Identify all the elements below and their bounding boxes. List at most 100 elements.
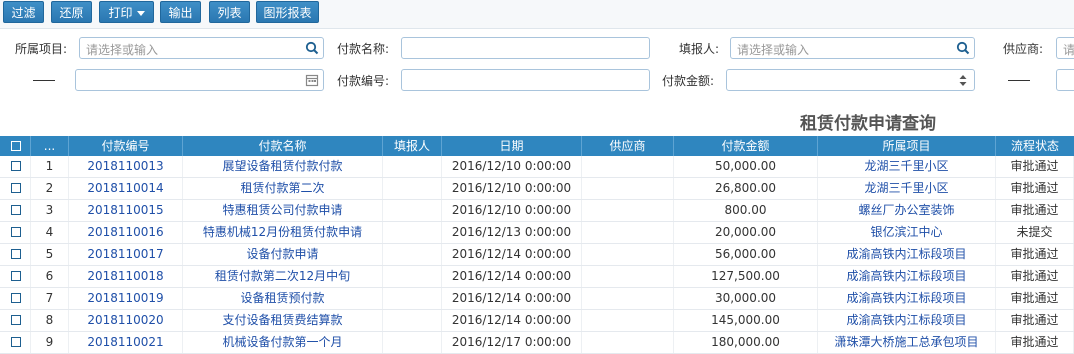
header-project[interactable]: 所属项目 (818, 136, 996, 156)
amount-max-input[interactable] (1056, 69, 1074, 91)
calendar-icon[interactable] (305, 73, 319, 87)
table-row[interactable]: 8 2018110020 支付设备租赁费结算款 2016/12/14 0:00:00 1… (0, 310, 1074, 332)
row-checkbox[interactable] (11, 227, 21, 237)
row-checkbox[interactable] (11, 271, 21, 281)
cell-name[interactable]: 特惠租赁公司付款申请 (183, 200, 383, 221)
supplier-input[interactable]: 请 (1056, 37, 1074, 59)
cell-amount: 800.00 (674, 200, 818, 221)
amount-input[interactable] (726, 69, 975, 91)
table-row[interactable]: 1 2018110013 展望设备租赁付款付款 2016/12/10 0:00:00 5… (0, 156, 1074, 178)
row-index: 1 (31, 156, 69, 177)
search-icon[interactable] (956, 41, 970, 55)
print-button[interactable]: 打印 (99, 1, 154, 23)
header-supplier[interactable]: 供应商 (582, 136, 674, 156)
cell-code[interactable]: 2018110017 (69, 244, 183, 265)
row-select-cell[interactable] (0, 310, 31, 331)
table-row[interactable]: 3 2018110015 特惠租赁公司付款申请 2016/12/10 0:00:00 8… (0, 200, 1074, 222)
cell-status: 审批通过 (996, 156, 1074, 177)
table-row[interactable]: 6 2018110018 租赁付款第二次12月中旬 2016/12/14 0:00:0… (0, 266, 1074, 288)
row-checkbox[interactable] (11, 337, 21, 347)
cell-supplier (582, 178, 674, 199)
select-all-checkbox[interactable] (11, 141, 21, 151)
cell-code[interactable]: 2018110014 (69, 178, 183, 199)
cell-reporter (383, 222, 442, 243)
cell-name[interactable]: 设备租赁预付款 (183, 288, 383, 309)
page-title: 租赁付款申请查询 (800, 114, 936, 134)
row-select-cell[interactable] (0, 222, 31, 243)
row-select-cell[interactable] (0, 178, 31, 199)
header-date[interactable]: 日期 (442, 136, 582, 156)
supplier-placeholder: 请 (1063, 43, 1074, 57)
cell-reporter (383, 310, 442, 331)
header-status[interactable]: 流程状态 (996, 136, 1074, 156)
cell-code[interactable]: 2018110015 (69, 200, 183, 221)
cell-code[interactable]: 2018110016 (69, 222, 183, 243)
cell-date: 2016/12/13 0:00:00 (442, 222, 582, 243)
payment-no-input[interactable] (401, 69, 650, 91)
table-row[interactable]: 9 2018110021 机械设备付款第一个月 2016/12/17 0:00:00 1… (0, 332, 1074, 354)
toolbar: 过滤 还原 打印 输出 列表 图形报表 (0, 0, 1074, 29)
row-checkbox[interactable] (11, 183, 21, 193)
spinner-icon[interactable] (956, 72, 970, 88)
table-row[interactable]: 4 2018110016 特惠机械12月份租赁付款申请 2016/12/13 0:00… (0, 222, 1074, 244)
row-select-cell[interactable] (0, 156, 31, 177)
cell-code[interactable]: 2018110013 (69, 156, 183, 177)
cell-reporter (383, 288, 442, 309)
cell-name[interactable]: 支付设备租赁费结算款 (183, 310, 383, 331)
header-name[interactable]: 付款名称 (183, 136, 383, 156)
cell-project: 龙湖三千里小区 (818, 156, 996, 177)
row-select-cell[interactable] (0, 332, 31, 353)
cell-amount: 20,000.00 (674, 222, 818, 243)
cell-name[interactable]: 租赁付款第二次12月中旬 (183, 266, 383, 287)
row-checkbox[interactable] (11, 249, 21, 259)
header-reporter[interactable]: 填报人 (383, 136, 442, 156)
row-checkbox[interactable] (11, 293, 21, 303)
cell-name[interactable]: 租赁付款第二次 (183, 178, 383, 199)
cell-code[interactable]: 2018110019 (69, 288, 183, 309)
filter-button[interactable]: 过滤 (3, 1, 44, 23)
cell-amount: 127,500.00 (674, 266, 818, 287)
table-row[interactable]: 5 2018110017 设备付款申请 2016/12/14 0:00:00 56,00… (0, 244, 1074, 266)
project-placeholder: 请选择或输入 (86, 43, 159, 57)
row-select-cell[interactable] (0, 200, 31, 221)
row-select-cell[interactable] (0, 288, 31, 309)
row-select-cell[interactable] (0, 266, 31, 287)
restore-button[interactable]: 还原 (51, 1, 92, 23)
cell-amount: 50,000.00 (674, 156, 818, 177)
search-icon[interactable] (305, 41, 319, 55)
row-select-cell[interactable] (0, 244, 31, 265)
cell-status: 审批通过 (996, 266, 1074, 287)
reporter-placeholder: 请选择或输入 (737, 43, 810, 57)
header-select-all[interactable] (0, 136, 31, 156)
cell-name[interactable]: 展望设备租赁付款付款 (183, 156, 383, 177)
cell-date: 2016/12/14 0:00:00 (442, 310, 582, 331)
row-index: 7 (31, 288, 69, 309)
payment-name-label: 付款名称: (337, 42, 390, 56)
cell-date: 2016/12/10 0:00:00 (442, 200, 582, 221)
cell-name[interactable]: 机械设备付款第一个月 (183, 332, 383, 353)
payment-name-input[interactable] (401, 37, 650, 59)
cell-project: 成渝高铁内江标段项目 (818, 244, 996, 265)
cell-supplier (582, 266, 674, 287)
row-checkbox[interactable] (11, 205, 21, 215)
row-checkbox[interactable] (11, 161, 21, 171)
row-checkbox[interactable] (11, 315, 21, 325)
cell-reporter (383, 332, 442, 353)
header-amount[interactable]: 付款金额 (674, 136, 818, 156)
table-row[interactable]: 2 2018110014 租赁付款第二次 2016/12/10 0:00:00 26,8… (0, 178, 1074, 200)
cell-code[interactable]: 2018110018 (69, 266, 183, 287)
header-code[interactable]: 付款编号 (69, 136, 183, 156)
cell-name[interactable]: 特惠机械12月份租赁付款申请 (183, 222, 383, 243)
cell-name[interactable]: 设备付款申请 (183, 244, 383, 265)
reporter-input[interactable]: 请选择或输入 (730, 37, 975, 59)
cell-code[interactable]: 2018110020 (69, 310, 183, 331)
export-button[interactable]: 输出 (160, 1, 201, 23)
chevron-down-icon (136, 11, 145, 16)
table-row[interactable]: 7 2018110019 设备租赁预付款 2016/12/14 0:00:00 30,0… (0, 288, 1074, 310)
date-input[interactable] (75, 69, 324, 91)
chart-report-button[interactable]: 图形报表 (256, 1, 319, 23)
list-button[interactable]: 列表 (209, 1, 250, 23)
project-input[interactable]: 请选择或输入 (79, 37, 324, 59)
cell-amount: 145,000.00 (674, 310, 818, 331)
cell-code[interactable]: 2018110021 (69, 332, 183, 353)
